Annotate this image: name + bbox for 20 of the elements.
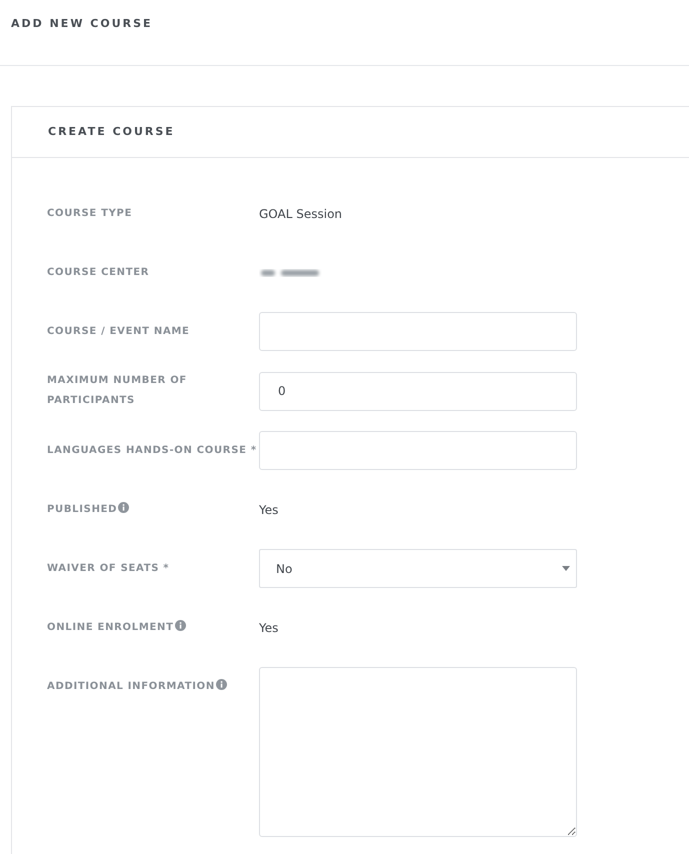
field-label: LANGUAGES HANDS-ON COURSE * [47, 444, 257, 456]
field-label: WAIVER OF SEATS * [47, 562, 170, 574]
card-title: CREATE COURSE [48, 124, 175, 140]
field-label: COURSE CENTER [47, 266, 150, 278]
field-label: MAXIMUM NUMBER OF PARTICIPANTS [47, 374, 188, 408]
select-field[interactable]: No [259, 549, 577, 588]
input-field[interactable]: 0 [259, 372, 577, 410]
field-label: ONLINE ENROLMENT [47, 622, 174, 632]
input-field[interactable] [259, 312, 577, 351]
caret-icon [562, 566, 570, 571]
text-area[interactable] [259, 667, 577, 837]
page-title: ADD NEW COURSE [11, 16, 153, 32]
field-value: GOAL Session [259, 206, 342, 222]
field-value: Yes [259, 502, 278, 518]
input-field[interactable] [259, 431, 577, 470]
field-value: Yes [259, 620, 278, 636]
field-label: COURSE TYPE [47, 208, 132, 218]
field-label: PUBLISHED [47, 504, 118, 514]
field-label: ADDITIONAL INFORMATION [47, 681, 215, 692]
field-label: COURSE / EVENT NAME [47, 326, 190, 336]
